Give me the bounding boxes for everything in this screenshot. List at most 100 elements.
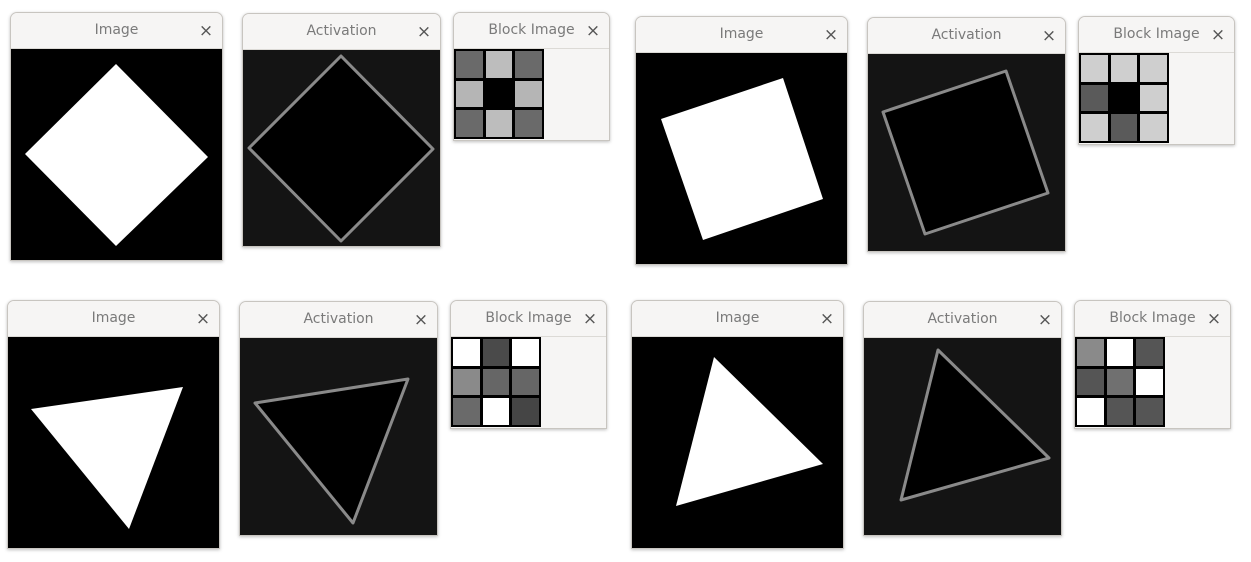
activation-window-rotated-square[interactable]: Activation × bbox=[867, 17, 1066, 252]
activation-canvas bbox=[240, 338, 437, 535]
image-canvas bbox=[632, 337, 843, 548]
block-cell bbox=[1106, 398, 1134, 425]
block-cell bbox=[1077, 398, 1104, 425]
titlebar[interactable]: Image × bbox=[11, 13, 222, 49]
block-cell bbox=[512, 339, 539, 366]
block-cell bbox=[1136, 398, 1163, 425]
block-cell bbox=[1081, 55, 1108, 82]
block-cell bbox=[485, 51, 513, 78]
block-cell bbox=[456, 80, 483, 108]
block-canvas bbox=[451, 337, 606, 428]
titlebar[interactable]: Block Image × bbox=[1075, 301, 1230, 337]
activation-view bbox=[240, 338, 437, 535]
close-icon[interactable]: × bbox=[821, 25, 841, 45]
block-cell bbox=[1110, 84, 1138, 112]
block-cell bbox=[1136, 339, 1163, 366]
block-cell bbox=[1106, 339, 1134, 366]
titlebar[interactable]: Image × bbox=[8, 301, 219, 337]
close-icon[interactable]: × bbox=[580, 309, 600, 329]
block-cell bbox=[456, 110, 483, 137]
block-cell bbox=[515, 110, 542, 137]
block-cell bbox=[453, 368, 480, 396]
close-icon[interactable]: × bbox=[414, 22, 434, 42]
block-cell bbox=[1140, 84, 1167, 112]
titlebar[interactable]: Block Image × bbox=[451, 301, 606, 337]
block-cell bbox=[1110, 114, 1138, 141]
activation-window-triangle-1[interactable]: Activation × bbox=[239, 301, 438, 536]
block-canvas bbox=[1075, 337, 1230, 428]
image-canvas bbox=[11, 49, 222, 260]
close-icon[interactable]: × bbox=[193, 309, 213, 329]
window-title: Activation bbox=[306, 23, 377, 39]
titlebar[interactable]: Activation × bbox=[868, 18, 1065, 54]
image-window-triangle-1[interactable]: Image × bbox=[7, 300, 220, 549]
activation-window-diamond[interactable]: Activation × bbox=[242, 13, 441, 247]
close-icon[interactable]: × bbox=[1208, 25, 1228, 45]
block-image-window-diamond[interactable]: Block Image × bbox=[453, 12, 610, 141]
block-cell bbox=[1077, 339, 1104, 366]
titlebar[interactable]: Image × bbox=[636, 17, 847, 53]
block-cell bbox=[1136, 368, 1163, 396]
close-icon[interactable]: × bbox=[411, 310, 431, 330]
block-cell bbox=[482, 398, 510, 425]
activation-canvas bbox=[864, 338, 1061, 535]
block-image-window-rotated-square[interactable]: Block Image × bbox=[1078, 16, 1235, 145]
titlebar[interactable]: Activation × bbox=[243, 14, 440, 50]
close-icon[interactable]: × bbox=[1035, 310, 1055, 330]
image-view bbox=[8, 337, 219, 548]
activation-window-triangle-2[interactable]: Activation × bbox=[863, 301, 1062, 536]
block-cell bbox=[456, 51, 483, 78]
image-window-diamond[interactable]: Image × bbox=[10, 12, 223, 261]
window-title: Image bbox=[91, 310, 136, 326]
close-icon[interactable]: × bbox=[1204, 309, 1224, 329]
block-canvas bbox=[1079, 53, 1234, 144]
block-cell bbox=[1106, 368, 1134, 396]
titlebar[interactable]: Block Image × bbox=[454, 13, 609, 49]
block-cell bbox=[482, 339, 510, 366]
image-window-triangle-2[interactable]: Image × bbox=[631, 300, 844, 549]
block-grid bbox=[451, 337, 541, 427]
activation-canvas bbox=[243, 50, 440, 246]
close-icon[interactable]: × bbox=[583, 21, 603, 41]
close-icon[interactable]: × bbox=[817, 309, 837, 329]
window-title: Image bbox=[715, 310, 760, 326]
titlebar[interactable]: Block Image × bbox=[1079, 17, 1234, 53]
window-title: Image bbox=[719, 26, 764, 42]
block-cell bbox=[1140, 114, 1167, 141]
image-canvas bbox=[636, 53, 847, 264]
image-view bbox=[11, 49, 222, 260]
window-title: Image bbox=[94, 22, 139, 38]
window-title: Activation bbox=[303, 311, 374, 327]
block-cell bbox=[1077, 368, 1104, 396]
close-icon[interactable]: × bbox=[196, 21, 216, 41]
block-cell bbox=[512, 368, 539, 396]
block-cell bbox=[512, 398, 539, 425]
block-cell bbox=[485, 80, 513, 108]
window-title: Activation bbox=[931, 27, 1002, 43]
block-grid bbox=[1079, 53, 1169, 143]
image-window-rotated-square[interactable]: Image × bbox=[635, 16, 848, 265]
block-image-window-triangle-2[interactable]: Block Image × bbox=[1074, 300, 1231, 429]
titlebar[interactable]: Image × bbox=[632, 301, 843, 337]
image-canvas bbox=[8, 337, 219, 548]
window-title: Activation bbox=[927, 311, 998, 327]
block-grid bbox=[1075, 337, 1165, 427]
block-cell bbox=[1110, 55, 1138, 82]
activation-canvas bbox=[868, 54, 1065, 251]
titlebar[interactable]: Activation × bbox=[240, 302, 437, 338]
block-canvas bbox=[454, 49, 609, 140]
block-cell bbox=[515, 80, 542, 108]
activation-view bbox=[864, 338, 1061, 535]
block-cell bbox=[482, 368, 510, 396]
image-view bbox=[632, 337, 843, 548]
image-view bbox=[636, 53, 847, 264]
block-image-window-triangle-1[interactable]: Block Image × bbox=[450, 300, 607, 429]
block-cell bbox=[453, 398, 480, 425]
block-cell bbox=[485, 110, 513, 137]
close-icon[interactable]: × bbox=[1039, 26, 1059, 46]
block-grid bbox=[454, 49, 544, 139]
titlebar[interactable]: Activation × bbox=[864, 302, 1061, 338]
block-cell bbox=[1081, 114, 1108, 141]
block-cell bbox=[1140, 55, 1167, 82]
block-cell bbox=[1081, 84, 1108, 112]
